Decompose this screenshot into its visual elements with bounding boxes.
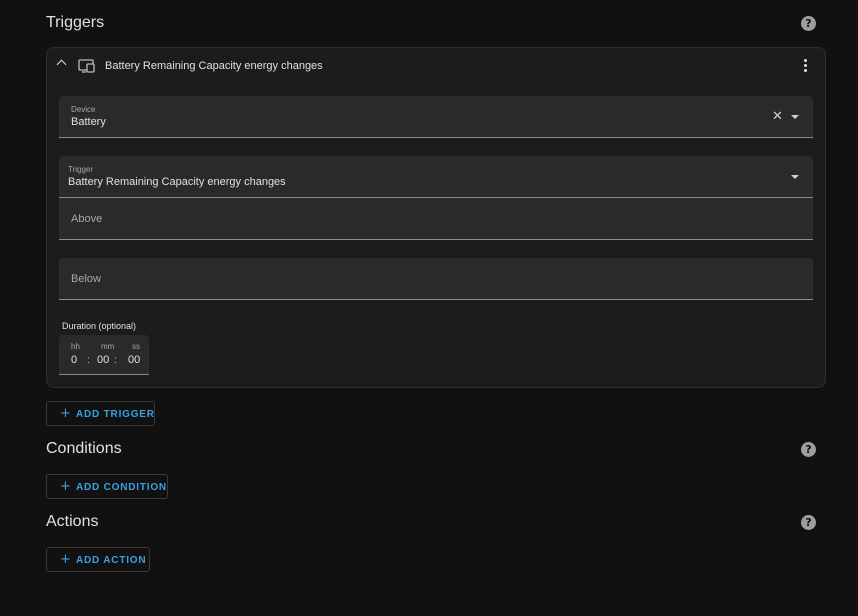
- trigger-type-select[interactable]: Trigger Battery Remaining Capacity energ…: [59, 156, 813, 198]
- time-separator: :: [87, 355, 90, 366]
- add-action-button[interactable]: + ADD ACTION: [46, 547, 150, 572]
- below-input[interactable]: Below: [59, 258, 813, 300]
- triggers-help-icon[interactable]: ?: [801, 16, 816, 31]
- seconds-label: ss: [132, 342, 140, 351]
- minutes-value[interactable]: 00: [97, 354, 109, 366]
- device-picker[interactable]: Device Battery ✕: [59, 96, 813, 138]
- trigger-label: Trigger: [68, 165, 94, 174]
- triggers-title: Triggers: [46, 14, 105, 31]
- above-input[interactable]: Above: [59, 198, 813, 240]
- actions-help-icon[interactable]: ?: [801, 515, 816, 530]
- device-value: Battery: [71, 116, 106, 128]
- add-trigger-button[interactable]: + ADD TRIGGER: [46, 401, 155, 426]
- plus-icon: +: [60, 406, 72, 421]
- actions-title: Actions: [46, 513, 99, 530]
- plus-icon: +: [60, 479, 72, 494]
- device-label: Device: [71, 105, 96, 114]
- hours-label: hh: [71, 342, 80, 351]
- conditions-title: Conditions: [46, 440, 122, 457]
- duration-input: hh mm ss 0 : 00 : 00: [59, 335, 149, 375]
- add-action-label: ADD ACTION: [76, 555, 147, 566]
- collapse-chevron-icon[interactable]: [56, 59, 67, 70]
- minutes-label: mm: [101, 342, 115, 351]
- add-condition-button[interactable]: + ADD CONDITION: [46, 474, 168, 499]
- trigger-card-header[interactable]: Battery Remaining Capacity energy change…: [47, 48, 825, 84]
- time-separator: :: [114, 355, 117, 366]
- add-trigger-label: ADD TRIGGER: [76, 409, 155, 420]
- seconds-value[interactable]: 00: [128, 354, 140, 366]
- hours-value[interactable]: 0: [71, 354, 77, 366]
- trigger-value: Battery Remaining Capacity energy change…: [68, 176, 286, 188]
- below-placeholder: Below: [71, 273, 101, 285]
- add-condition-label: ADD CONDITION: [76, 482, 167, 493]
- device-icon: [78, 59, 95, 73]
- above-placeholder: Above: [71, 213, 103, 225]
- trigger-card: Battery Remaining Capacity energy change…: [46, 47, 826, 388]
- plus-icon: +: [60, 552, 72, 567]
- trigger-dropdown-icon[interactable]: [791, 175, 799, 179]
- clear-icon[interactable]: ✕: [772, 109, 783, 124]
- trigger-card-title: Battery Remaining Capacity energy change…: [105, 60, 323, 72]
- duration-label: Duration (optional): [62, 321, 137, 331]
- more-options-icon[interactable]: [804, 59, 808, 73]
- conditions-help-icon[interactable]: ?: [801, 442, 816, 457]
- device-dropdown-icon[interactable]: [791, 115, 799, 119]
